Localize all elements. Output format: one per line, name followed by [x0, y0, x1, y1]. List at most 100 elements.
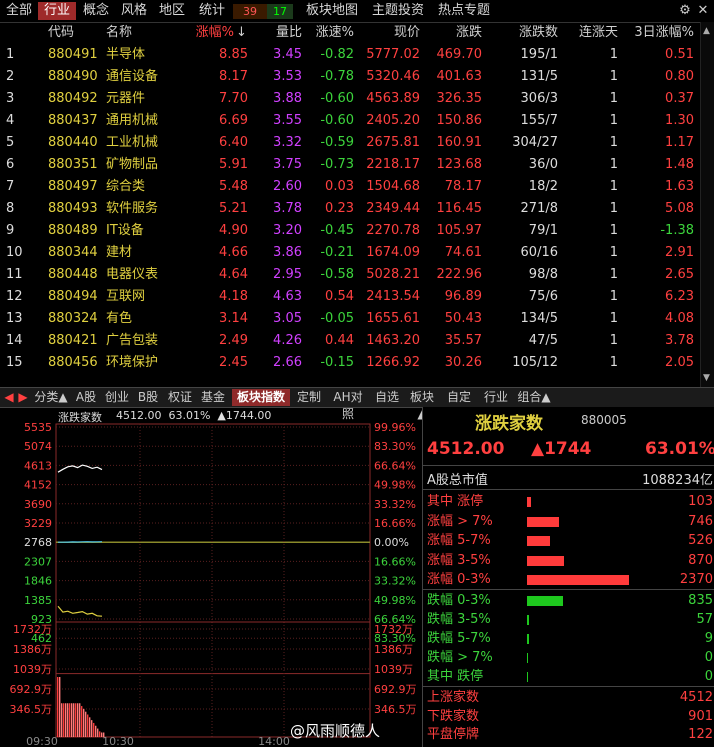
y-pct-tick-label: 66.64%	[374, 459, 416, 472]
cell-ratio: 155/7	[520, 113, 558, 128]
scroll-left-icon[interactable]: ◀	[2, 389, 16, 406]
stat-label: 平盘停牌	[427, 727, 480, 742]
tab-region[interactable]: 地区	[154, 2, 190, 20]
bottom-tab[interactable]: 板块▲	[406, 389, 438, 421]
tab-stats[interactable]: 统计	[194, 2, 230, 20]
y-pct-tick-label: 0.00%	[374, 536, 409, 549]
stat-value: 0	[704, 669, 713, 684]
table-row[interactable]: 7 880497 综合类 5.48 2.60 0.03 1504.68 78.17 18/2 1 1…	[0, 176, 714, 198]
col-3day-pct[interactable]: 3日涨幅%	[624, 22, 694, 44]
cell-pct: 5.91	[219, 157, 248, 172]
col-volume-ratio[interactable]: 量比	[252, 22, 302, 44]
cell-pct: 4.64	[219, 267, 248, 282]
col-price[interactable]: 现价	[356, 22, 420, 44]
table-row[interactable]: 15 880456 环境保护 2.45 2.66 -0.15 1266.92 30.26 105…	[0, 352, 714, 374]
link-theme-invest[interactable]: 主题投资	[368, 2, 428, 20]
tab-concept[interactable]: 概念	[78, 2, 114, 20]
cell-chg: 469.70	[436, 47, 483, 62]
tab-style[interactable]: 风格	[116, 2, 152, 20]
cell-pct: 4.66	[219, 245, 248, 260]
bottom-tab[interactable]: 定制	[295, 389, 323, 406]
cell-spd: -0.05	[320, 311, 354, 326]
bottom-tab[interactable]: 权证	[166, 389, 194, 406]
settings-icon[interactable]: ⚙	[676, 2, 694, 20]
table-row[interactable]: 3 880492 元器件 7.70 3.88 -0.60 4563.89 326.35 306/…	[0, 88, 714, 110]
cell-spd: 0.54	[325, 289, 354, 304]
tab-all[interactable]: 全部	[2, 2, 36, 20]
cell-d3: 1.17	[665, 135, 694, 150]
col-code[interactable]: 代码	[48, 22, 104, 44]
bottom-tab[interactable]: 自定▲	[443, 389, 475, 421]
table-row[interactable]: 13 880324 有色 3.14 3.05 -0.05 1655.61 50.43 134/5…	[0, 308, 714, 330]
cell-ratio: 60/16	[520, 245, 558, 260]
col-name[interactable]: 名称	[106, 22, 186, 44]
link-hot-topics[interactable]: 热点专题	[434, 2, 494, 20]
cell-ratio: 131/5	[520, 69, 558, 84]
col-change[interactable]: 涨跌	[424, 22, 482, 44]
table-row[interactable]: 8 880493 软件服务 5.21 3.78 0.23 2349.44 116.45 271/…	[0, 198, 714, 220]
bottom-tab[interactable]: 行业▲	[480, 389, 512, 421]
link-sector-map[interactable]: 板块地图	[300, 2, 364, 20]
stat-bar	[527, 615, 530, 625]
cell-chg: 401.63	[436, 69, 483, 84]
close-icon[interactable]: ✕	[694, 2, 712, 20]
bottom-tab[interactable]: 组合▲	[517, 389, 551, 406]
cell-d3: 3.78	[665, 333, 694, 348]
stat-row: 涨幅 5-7% 526	[423, 531, 714, 550]
cell-code: 880492	[48, 91, 98, 106]
table-row[interactable]: 2 880490 通信设备 8.17 3.53 -0.78 5320.46 401.63 131…	[0, 66, 714, 88]
col-rise-days[interactable]: 连涨天	[562, 22, 618, 44]
cell-days: 1	[609, 245, 618, 260]
bottom-tab[interactable]: 基金	[199, 389, 227, 406]
cell-code: 880493	[48, 201, 98, 216]
table-row[interactable]: 10 880344 建材 4.66 3.86 -0.21 1674.09 74.61 60/16…	[0, 242, 714, 264]
top-tab-bar: 全部 行业 概念 风格 地区 统计 39 17 板块地图 主题投资 热点专题 ⚙…	[0, 0, 714, 23]
bottom-tab[interactable]: AH对照	[328, 389, 368, 421]
bottom-tab[interactable]: 创业	[104, 389, 130, 406]
down-count-badge: 17	[267, 4, 293, 19]
table-scrollbar[interactable]: ▲ ▼	[700, 22, 714, 387]
cell-d3: 4.08	[665, 311, 694, 326]
tab-industry[interactable]: 行业	[38, 2, 76, 20]
bottom-tab[interactable]: 自选	[373, 389, 401, 406]
stat-bar	[527, 516, 560, 527]
stat-row: 跌幅 > 7% 0	[423, 648, 714, 667]
stat-bar	[527, 497, 532, 507]
volume-tick-label: 1386万	[13, 643, 52, 656]
col-speed[interactable]: 涨速%	[306, 22, 354, 44]
bottom-tab[interactable]: 分类▲	[34, 389, 68, 406]
cell-code: 880437	[48, 113, 98, 128]
cell-vr: 3.32	[273, 135, 302, 150]
cell-d3: 2.65	[665, 267, 694, 282]
table-row[interactable]: 14 880421 广告包装 2.49 4.26 0.44 1463.20 35.57 47/5…	[0, 330, 714, 352]
scroll-right-icon[interactable]: ▶	[16, 389, 30, 406]
col-pct[interactable]: 涨幅%	[186, 22, 234, 44]
cell-code: 880490	[48, 69, 98, 84]
table-row[interactable]: 9 880489 IT设备 4.90 3.20 -0.45 2270.78 105.97 79/…	[0, 220, 714, 242]
divider	[423, 686, 714, 687]
cell-price: 1504.68	[366, 179, 420, 194]
col-updown-count[interactable]: 涨跌数	[486, 22, 558, 44]
bottom-tab[interactable]: 板块指数	[232, 389, 290, 406]
stat-label: 跌幅 > 7%	[427, 650, 493, 665]
table-row[interactable]: 5 880440 工业机械 6.40 3.32 -0.59 2675.81 160.91 304…	[0, 132, 714, 154]
bottom-tab[interactable]: A股	[73, 389, 99, 406]
y-tick-label: 3229	[24, 517, 52, 530]
cell-ratio: 36/0	[528, 157, 558, 172]
cell-pct: 8.85	[219, 47, 248, 62]
table-row[interactable]: 4 880437 通用机械 6.69 3.55 -0.60 2405.20 150.86 155…	[0, 110, 714, 132]
y-pct-tick-label: 16.66%	[374, 517, 416, 530]
bottom-tab[interactable]: B股	[135, 389, 161, 406]
cell-spd: -0.58	[320, 267, 354, 282]
table-row[interactable]: 1 880491 半导体 8.85 3.45 -0.82 5777.02 469.70 195/…	[0, 44, 714, 66]
table-row[interactable]: 11 880448 电器仪表 4.64 2.95 -0.58 5028.21 222.96 98…	[0, 264, 714, 286]
stat-bar	[527, 653, 528, 663]
volume-bar	[83, 708, 85, 737]
volume-bar	[97, 728, 99, 737]
table-row[interactable]: 12 880494 互联网 4.18 4.63 0.54 2413.54 96.89 75/6 1…	[0, 286, 714, 308]
stats-panel: 涨跌家数 880005 4512.00 ▲1744 63.01% A股总市值 1…	[422, 407, 714, 747]
cell-ratio: 105/12	[512, 355, 558, 370]
table-row[interactable]: 6 880351 矿物制品 5.91 3.75 -0.73 2218.17 123.68 36/…	[0, 154, 714, 176]
cell-price: 2218.17	[366, 157, 420, 172]
cell-code: 880489	[48, 223, 98, 238]
